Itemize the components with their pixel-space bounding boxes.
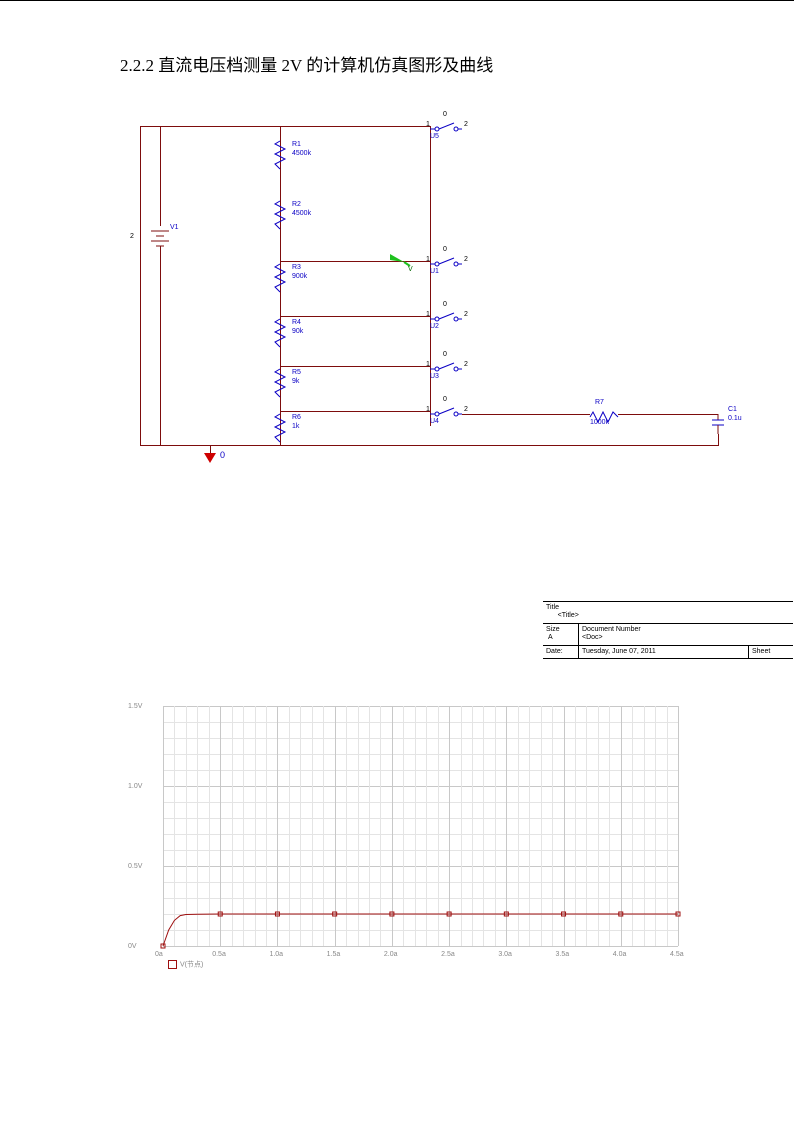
x-tick-label: 1.0a — [269, 951, 283, 958]
probe-label: V — [408, 266, 413, 273]
y-tick-label: 1.0V — [128, 783, 142, 790]
u2-pin2: 2 — [464, 311, 468, 318]
title-value: <Title> — [558, 612, 579, 619]
date-hdr: Date: — [543, 646, 578, 658]
title-hdr: Title — [546, 604, 559, 611]
u5-pin2: 2 — [464, 121, 468, 128]
r5-val-label: 9k — [292, 378, 299, 385]
y-tick-label: 1.5V — [128, 703, 142, 710]
r3-val-label: 900k — [292, 273, 307, 280]
r4-ref-label: R4 — [292, 319, 301, 326]
c1-val-label: 0.1u — [728, 415, 742, 422]
title-block: Title <Title> Size A Document Number <Do… — [543, 601, 793, 659]
resistor-r5 — [275, 369, 285, 397]
resistor-r6 — [275, 414, 285, 442]
r7-ref-label: R7 — [595, 399, 604, 406]
u2-pin0: 0 — [443, 301, 447, 308]
u4-pin0: 0 — [443, 396, 447, 403]
y-tick-label: 0.5V — [128, 863, 142, 870]
switch-u4 — [430, 406, 462, 416]
switch-u2 — [430, 311, 462, 321]
section-heading: 2.2.2 直流电压档测量 2V 的计算机仿真图形及曲线 — [120, 51, 794, 76]
u4-pin2: 2 — [464, 406, 468, 413]
v1-value-label: 2 — [130, 233, 134, 240]
u4-ref-label: U4 — [430, 418, 439, 425]
r5-ref-label: R5 — [292, 369, 301, 376]
switch-u5 — [430, 121, 462, 131]
u2-ref-label: U2 — [430, 323, 439, 330]
resistor-r3 — [275, 264, 285, 292]
u3-pin2: 2 — [464, 361, 468, 368]
u1-pin2: 2 — [464, 256, 468, 263]
voltage-source-icon — [148, 226, 172, 246]
resistor-r7 — [590, 409, 618, 419]
v1-ref-label: V1 — [170, 224, 179, 231]
x-tick-label: 0a — [155, 951, 163, 958]
resistor-r1 — [275, 141, 285, 169]
size-hdr: Size — [546, 626, 560, 633]
resistor-r2 — [275, 201, 285, 229]
r2-ref-label: R2 — [292, 201, 301, 208]
r1-ref-label: R1 — [292, 141, 301, 148]
gnd-label: 0 — [220, 451, 225, 460]
ground-icon — [204, 453, 216, 463]
resistor-r4 — [275, 319, 285, 347]
r7-val-label: 1000k — [590, 419, 609, 426]
r6-ref-label: R6 — [292, 414, 301, 421]
x-tick-label: 2.0a — [384, 951, 398, 958]
x-tick-label: 2.5a — [441, 951, 455, 958]
c1-ref-label: C1 — [728, 406, 737, 413]
size-value: A — [548, 634, 553, 641]
simulation-chart: V(节点) 0V 0.5V 1.0V 1.5V 0a 0.5a 1.0a 1.5a 2.0a 2.… — [123, 701, 683, 971]
y-tick-label: 0V — [128, 943, 137, 950]
u4-pin1: 1 — [426, 406, 430, 413]
r1-val-label: 4500k — [292, 150, 311, 157]
u3-pin1: 1 — [426, 361, 430, 368]
u1-ref-label: U1 — [430, 268, 439, 275]
x-tick-label: 4.0a — [613, 951, 627, 958]
r6-val-label: 1k — [292, 423, 299, 430]
doc-value: <Doc> — [582, 634, 603, 641]
x-tick-label: 3.5a — [556, 951, 570, 958]
x-tick-label: 0.5a — [212, 951, 226, 958]
u2-pin1: 1 — [426, 311, 430, 318]
switch-u3 — [430, 361, 462, 371]
x-tick-label: 1.5a — [327, 951, 341, 958]
switch-u1 — [430, 256, 462, 266]
doc-hdr: Document Number — [582, 626, 641, 633]
u1-pin1: 1 — [426, 256, 430, 263]
u5-ref-label: U5 — [430, 133, 439, 140]
u5-pin1: 1 — [426, 121, 430, 128]
u5-pin0: 0 — [443, 111, 447, 118]
date-value: Tuesday, June 07, 2011 — [578, 646, 748, 658]
r4-val-label: 90k — [292, 328, 303, 335]
voltage-probe-icon — [390, 254, 410, 272]
x-tick-label: 4.5a — [670, 951, 684, 958]
r3-ref-label: R3 — [292, 264, 301, 271]
u1-pin0: 0 — [443, 246, 447, 253]
u3-ref-label: U3 — [430, 373, 439, 380]
legend-series-name: V(节点) — [180, 961, 203, 968]
u3-pin0: 0 — [443, 351, 447, 358]
r2-val-label: 4500k — [292, 210, 311, 217]
schematic-diagram: V1 2 R1 4500k R2 4500k R3 900k R4 90k — [130, 106, 760, 456]
sheet-hdr: Sheet — [748, 646, 793, 658]
capacitor-c1 — [712, 414, 724, 434]
chart-legend: V(节点) — [168, 960, 203, 969]
x-tick-label: 3.0a — [498, 951, 512, 958]
